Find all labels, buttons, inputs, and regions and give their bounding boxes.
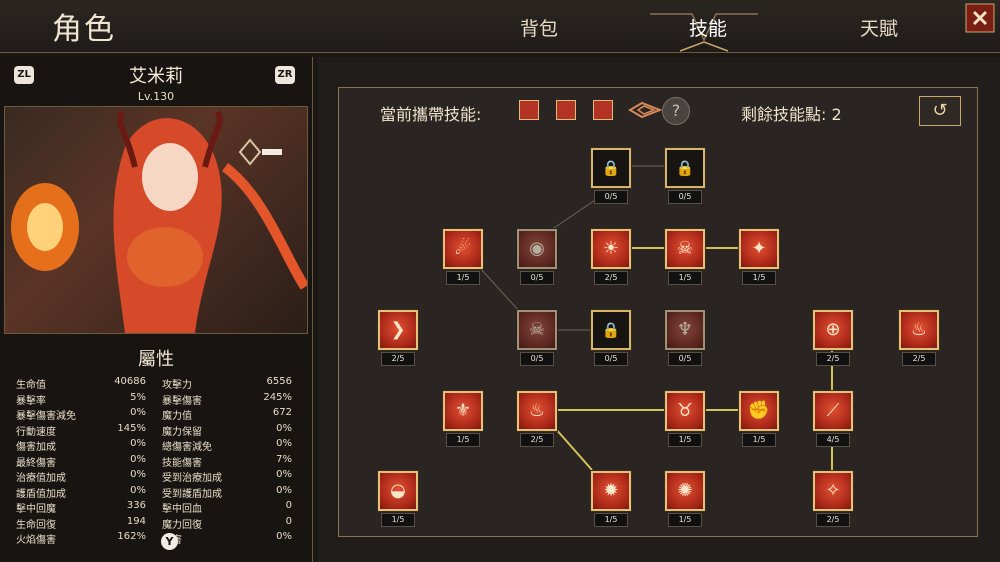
eye-icon: ◉	[529, 238, 545, 259]
skill-node-sparkles[interactable]: ✧	[813, 471, 853, 511]
skill-level: 1/5	[668, 513, 702, 527]
skill-node-phoenix[interactable]: ✦	[739, 229, 779, 269]
skill-level: 0/5	[668, 352, 702, 366]
skill-node-demon-face[interactable]: ♉	[665, 391, 705, 431]
skill-node-fire-fist[interactable]: ✊	[739, 391, 779, 431]
skill-node-sun[interactable]: ☀	[591, 229, 631, 269]
skill-level: 2/5	[816, 352, 850, 366]
sun-icon: ☀	[602, 238, 620, 259]
skill-level: 2/5	[381, 352, 415, 366]
bowl-icon: ◒	[390, 480, 406, 501]
skull-icon: ☠	[528, 319, 546, 340]
skill-node-skull[interactable]: ☠	[517, 310, 557, 350]
skill-node-horned-skull[interactable]: ☠	[665, 229, 705, 269]
skill-level: 1/5	[742, 271, 776, 285]
skill-level: 0/5	[594, 190, 628, 204]
skill-node-fire-orb[interactable]: ☄	[443, 229, 483, 269]
skill-level: 0/5	[520, 352, 554, 366]
skill-node-rune-circle[interactable]: ⊕	[813, 310, 853, 350]
skill-level: 0/5	[668, 190, 702, 204]
skill-level: 1/5	[668, 271, 702, 285]
skill-level: 1/5	[446, 271, 480, 285]
skill-node-bowl[interactable]: ◒	[378, 471, 418, 511]
lock-icon: 🔒	[601, 321, 621, 339]
skill-node-mace[interactable]: ✺	[665, 471, 705, 511]
skill-node-locked[interactable]: 🔒	[665, 148, 705, 188]
skill-node-locked[interactable]: 🔒	[591, 148, 631, 188]
flame-icon: ♨	[528, 400, 546, 421]
explosion-icon: ✹	[603, 480, 619, 501]
skill-node-fleur[interactable]: ⚜	[443, 391, 483, 431]
helm-icon: ♆	[676, 319, 694, 340]
fire-demon-icon: ♨	[910, 319, 928, 340]
skill-node-fire-demon[interactable]: ♨	[899, 310, 939, 350]
fire-fist-icon: ✊	[747, 400, 771, 421]
skill-level: 0/5	[594, 352, 628, 366]
mace-icon: ✺	[677, 480, 693, 501]
skill-node-fire-claw[interactable]: ⟋	[813, 391, 853, 431]
skill-level: 2/5	[520, 433, 554, 447]
skill-level: 2/5	[816, 513, 850, 527]
phoenix-icon: ✦	[751, 238, 767, 259]
skill-node-locked[interactable]: 🔒	[591, 310, 631, 350]
lock-icon: 🔒	[675, 159, 695, 177]
skill-node-explosion[interactable]: ✹	[591, 471, 631, 511]
skill-level: 2/5	[902, 352, 936, 366]
fire-claw-icon: ⟋	[826, 400, 840, 421]
skill-level: 2/5	[594, 271, 628, 285]
demon-face-icon: ♉	[676, 400, 694, 421]
skill-level: 0/5	[520, 271, 554, 285]
fire-orb-icon: ☄	[454, 238, 472, 259]
skill-level: 1/5	[668, 433, 702, 447]
sparkles-icon: ✧	[825, 480, 841, 501]
skill-level: 1/5	[742, 433, 776, 447]
fire-slash-icon: ❯	[390, 319, 406, 340]
skill-node-horned-helm[interactable]: ♆	[665, 310, 705, 350]
skill-node-fire-slash[interactable]: ❯	[378, 310, 418, 350]
skill-level: 4/5	[816, 433, 850, 447]
skill-level: 1/5	[381, 513, 415, 527]
rune-circle-icon: ⊕	[825, 319, 841, 340]
horned-skull-icon: ☠	[676, 238, 694, 259]
skill-node-eye[interactable]: ◉	[517, 229, 557, 269]
lock-icon: 🔒	[601, 159, 621, 177]
skill-level: 1/5	[594, 513, 628, 527]
skill-node-flame[interactable]: ♨	[517, 391, 557, 431]
fleur-icon: ⚜	[454, 400, 472, 421]
skill-level: 1/5	[446, 433, 480, 447]
